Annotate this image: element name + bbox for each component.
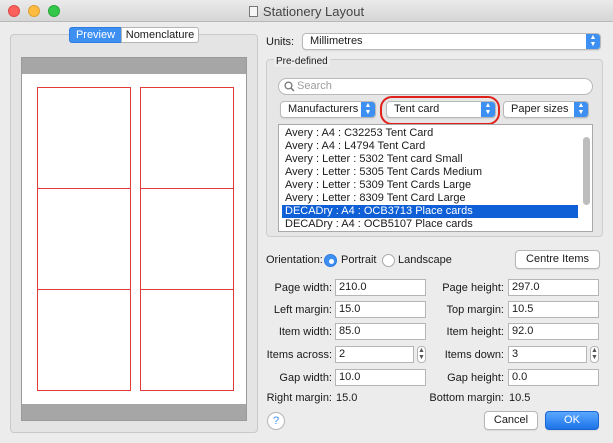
item-height-field[interactable]: 92.0: [508, 323, 599, 340]
layout-item: [37, 289, 131, 391]
highlight-ring: [380, 96, 500, 125]
layout-item: [37, 188, 131, 290]
predefined-list[interactable]: Avery : A4 : C32253 Tent Card Avery : A4…: [278, 124, 593, 232]
item-height-label: Item height:: [446, 326, 504, 338]
layout-item: [140, 87, 234, 189]
bottom-margin-value: 10.5: [509, 392, 531, 404]
layout-item: [140, 289, 234, 391]
list-item[interactable]: DECADry : A4 : OCB5107 Place cards: [282, 218, 578, 231]
page-height-field[interactable]: 297.0: [508, 279, 599, 296]
centre-items-button[interactable]: Centre Items: [515, 250, 600, 269]
left-margin-field[interactable]: 15.0: [335, 301, 426, 318]
item-width-label: Item width:: [278, 326, 332, 338]
gap-width-label: Gap width:: [279, 372, 332, 384]
paper-sizes-popup[interactable]: Paper sizes ▲ ▼: [503, 101, 589, 118]
list-item[interactable]: Avery : Letter : 5309 Tent Cards Large: [282, 179, 578, 192]
layout-item: [37, 87, 131, 189]
units-popup[interactable]: Millimetres ▲ ▼: [302, 33, 601, 50]
manufacturers-popup[interactable]: Manufacturers ▲ ▼: [280, 101, 376, 118]
cancel-button[interactable]: Cancel: [484, 411, 538, 430]
list-item[interactable]: Avery : Letter : 5302 Tent card Small: [282, 153, 578, 166]
tab-preview[interactable]: Preview: [69, 27, 122, 43]
page-width-field[interactable]: 210.0: [335, 279, 426, 296]
search-icon: [284, 81, 295, 92]
top-margin-band: [22, 58, 246, 74]
items-down-label: Items down:: [444, 349, 504, 361]
right-margin-value: 15.0: [336, 392, 358, 404]
bottom-margin-label: Bottom margin:: [429, 392, 504, 404]
portrait-radio[interactable]: [324, 254, 337, 267]
page-height-label: Page height:: [442, 282, 504, 294]
list-item[interactable]: Avery : Letter : 8309 Tent Card Large: [282, 192, 578, 205]
top-margin-field[interactable]: 10.5: [508, 301, 599, 318]
list-scrollbar[interactable]: [582, 127, 591, 229]
gap-height-label: Gap height:: [447, 372, 504, 384]
item-width-field[interactable]: 85.0: [335, 323, 426, 340]
list-item[interactable]: Avery : A4 : L4794 Tent Card: [282, 140, 578, 153]
gap-height-field[interactable]: 0.0: [508, 369, 599, 386]
items-across-stepper[interactable]: ▲ ▼: [417, 346, 426, 363]
portrait-label: Portrait: [341, 254, 377, 266]
document-icon: [248, 6, 258, 17]
layout-item: [140, 188, 234, 290]
scrollbar-thumb[interactable]: [583, 137, 590, 205]
right-margin-label: Right margin:: [266, 392, 332, 404]
items-down-field[interactable]: 3: [508, 346, 587, 363]
gap-width-field[interactable]: 10.0: [335, 369, 426, 386]
landscape-radio[interactable]: [382, 254, 395, 267]
landscape-label: Landscape: [398, 254, 452, 266]
left-margin-label: Left margin:: [273, 304, 332, 316]
tab-nomenclature[interactable]: Nomenclature: [121, 27, 199, 43]
page-preview: [21, 57, 247, 421]
popup-arrows-icon: ▲ ▼: [574, 102, 588, 117]
list-item[interactable]: Avery : Letter : 5305 Tent Cards Medium: [282, 166, 578, 179]
popup-arrows-icon: ▲ ▼: [586, 34, 600, 49]
items-across-label: Items across:: [266, 349, 332, 361]
help-button[interactable]: ?: [267, 412, 285, 430]
orientation-label: Orientation:: [266, 254, 323, 266]
items-down-stepper[interactable]: ▲ ▼: [590, 346, 599, 363]
list-item[interactable]: Avery : A4 : C32253 Tent Card: [282, 127, 578, 140]
window-title: Stationery Layout: [0, 4, 613, 19]
popup-arrows-icon: ▲ ▼: [361, 102, 375, 117]
predefined-label: Pre-defined: [274, 56, 330, 67]
page-width-label: Page width:: [274, 282, 332, 294]
units-label: Units:: [266, 36, 295, 48]
list-item-selected[interactable]: DECADry : A4 : OCB3713 Place cards: [282, 205, 578, 218]
top-margin-label: Top margin:: [446, 304, 504, 316]
ok-button[interactable]: OK: [545, 411, 599, 430]
search-input[interactable]: Search: [278, 78, 593, 95]
bottom-margin-band: [22, 404, 246, 420]
items-across-field[interactable]: 2: [335, 346, 414, 363]
